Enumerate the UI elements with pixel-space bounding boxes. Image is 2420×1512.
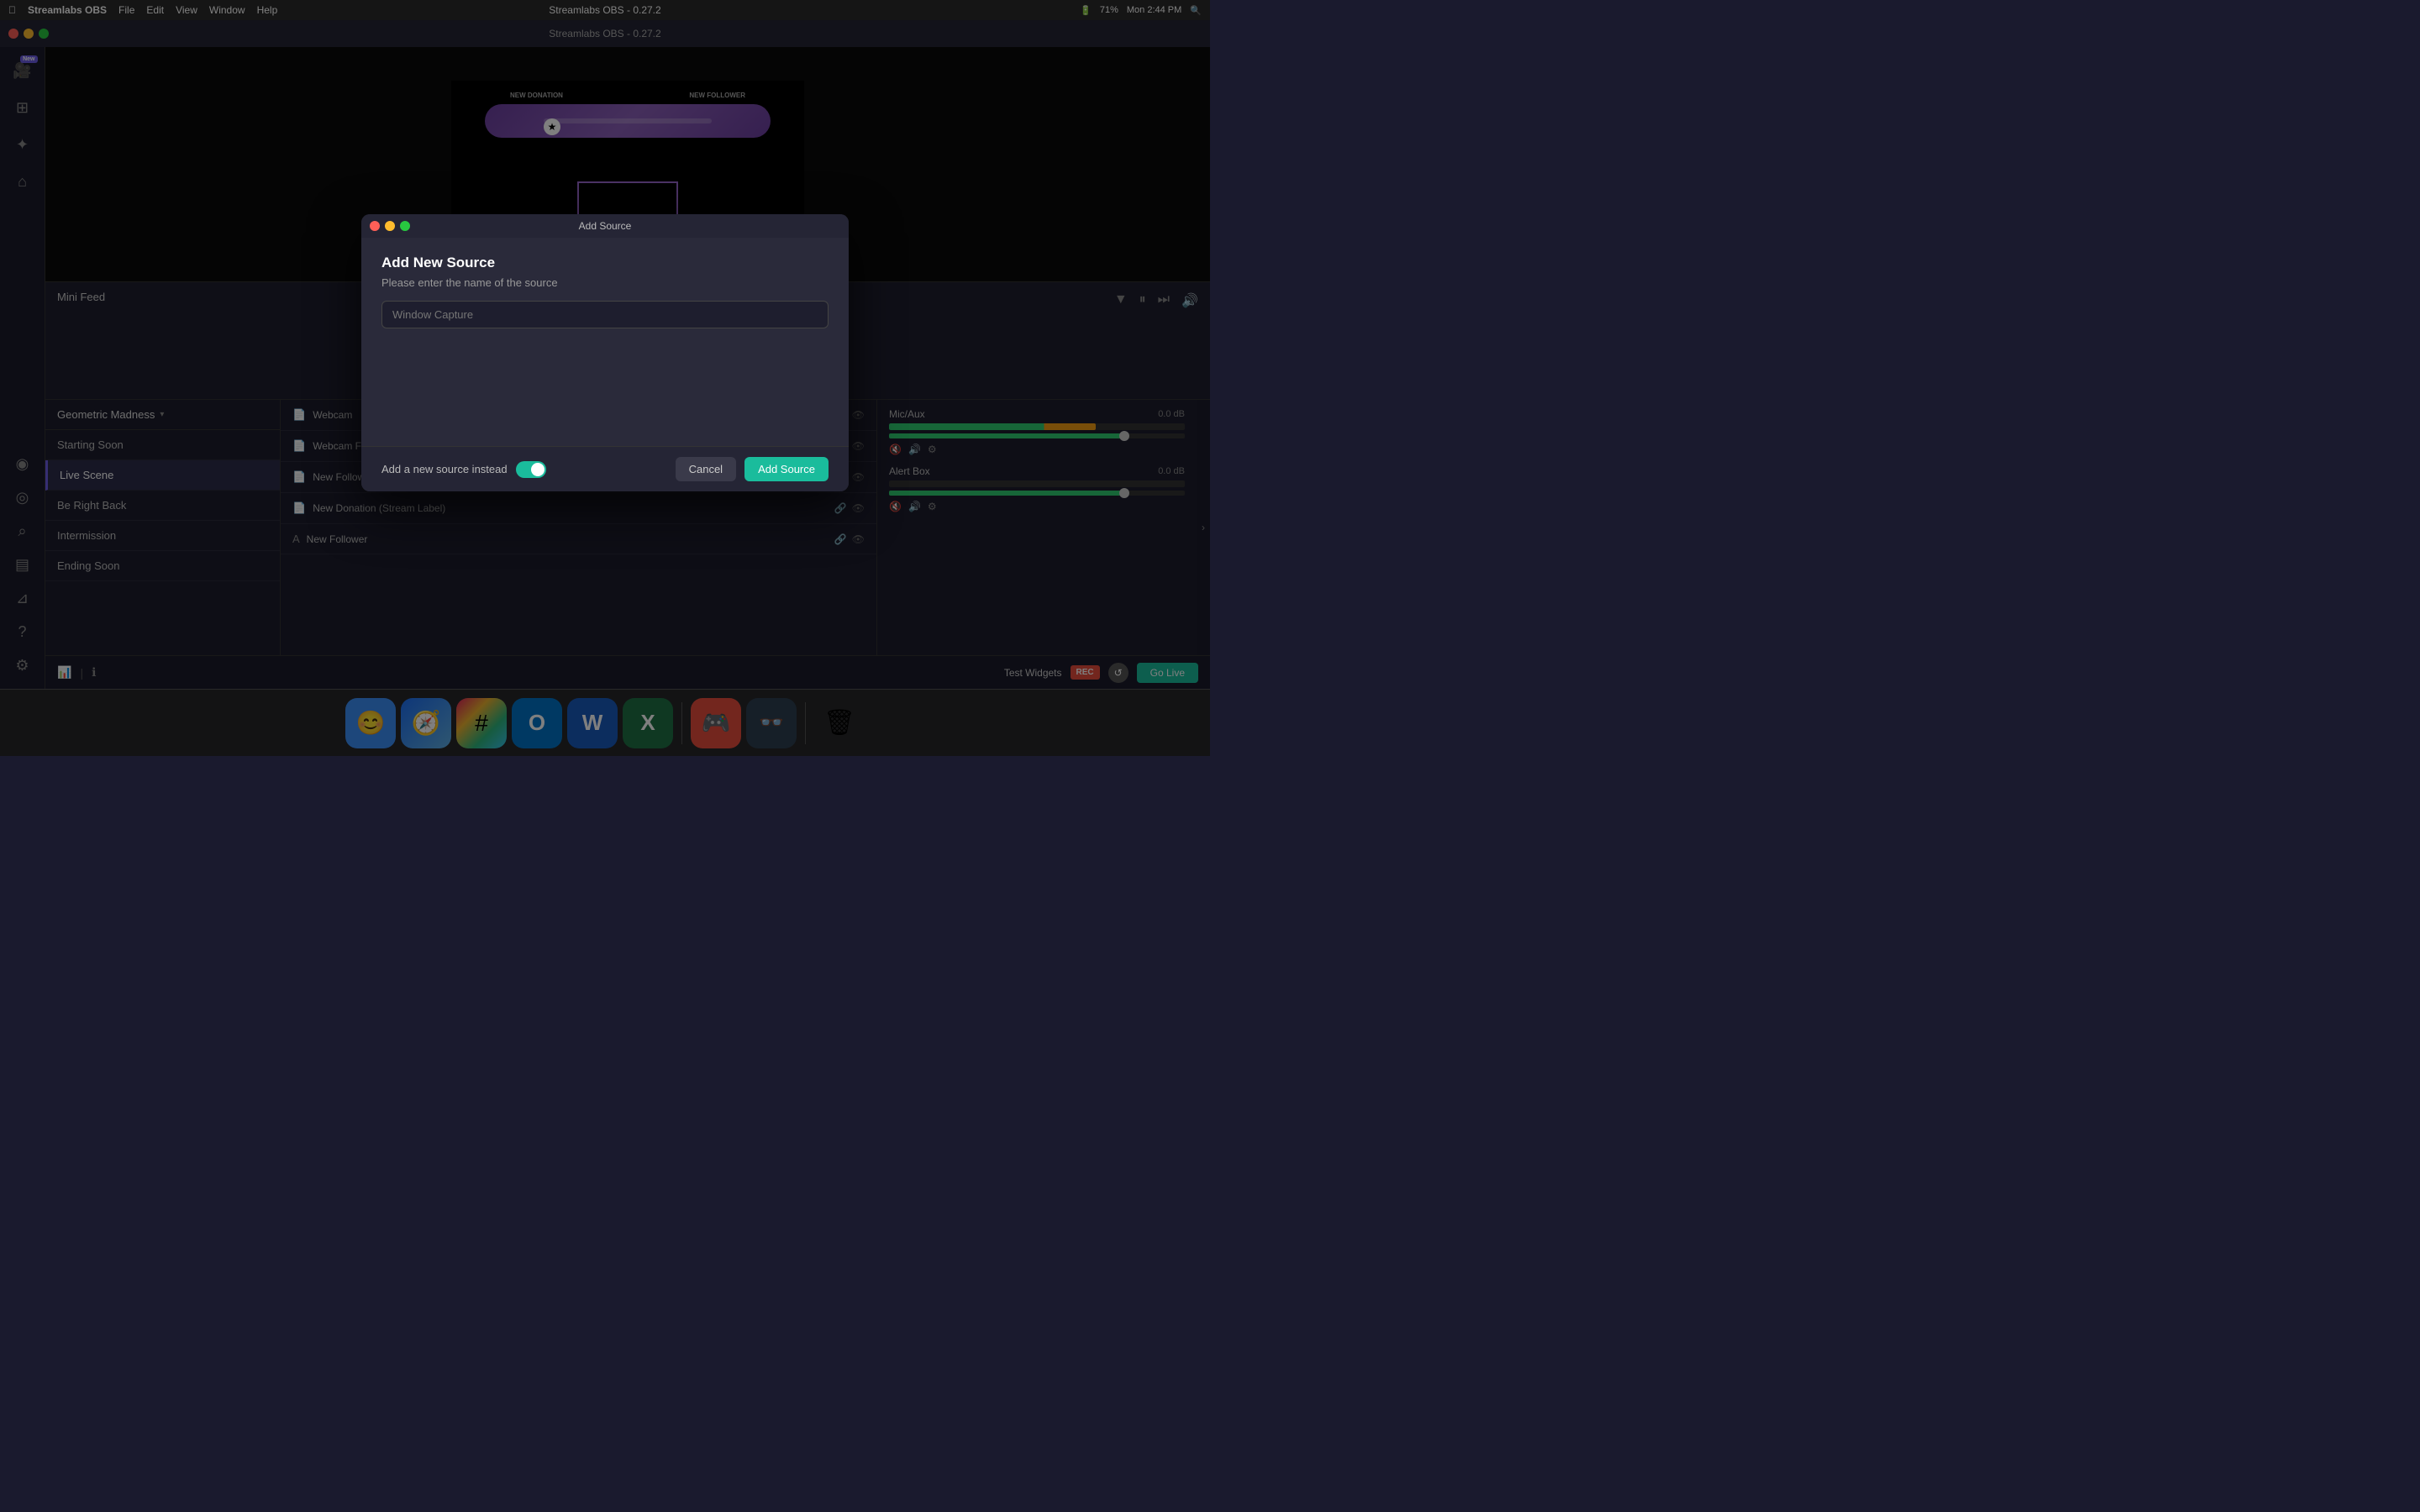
modal-window-controls — [370, 221, 410, 231]
modal-spacer — [381, 328, 829, 429]
modal-overlay[interactable]: Add Source Add New Source Please enter t… — [0, 0, 1210, 756]
modal-subtext: Please enter the name of the source — [381, 276, 829, 289]
modal-heading: Add New Source — [381, 255, 829, 271]
add-new-source-toggle[interactable] — [516, 461, 546, 478]
toggle-label: Add a new source instead — [381, 463, 508, 475]
modal-body: Add New Source Please enter the name of … — [361, 238, 849, 446]
modal-footer-right: Cancel Add Source — [676, 457, 829, 481]
modal-footer: Add a new source instead Cancel Add Sour… — [361, 446, 849, 491]
modal-titlebar: Add Source — [361, 214, 849, 238]
modal-close-button[interactable] — [370, 221, 380, 231]
modal-maximize-button[interactable] — [400, 221, 410, 231]
modal-footer-left: Add a new source instead — [381, 461, 546, 478]
add-source-modal: Add Source Add New Source Please enter t… — [361, 214, 849, 491]
toggle-knob — [531, 463, 544, 476]
modal-minimize-button[interactable] — [385, 221, 395, 231]
source-name-input[interactable] — [381, 301, 829, 328]
add-source-button[interactable]: Add Source — [744, 457, 829, 481]
cancel-button[interactable]: Cancel — [676, 457, 736, 481]
modal-title: Add Source — [579, 220, 632, 232]
